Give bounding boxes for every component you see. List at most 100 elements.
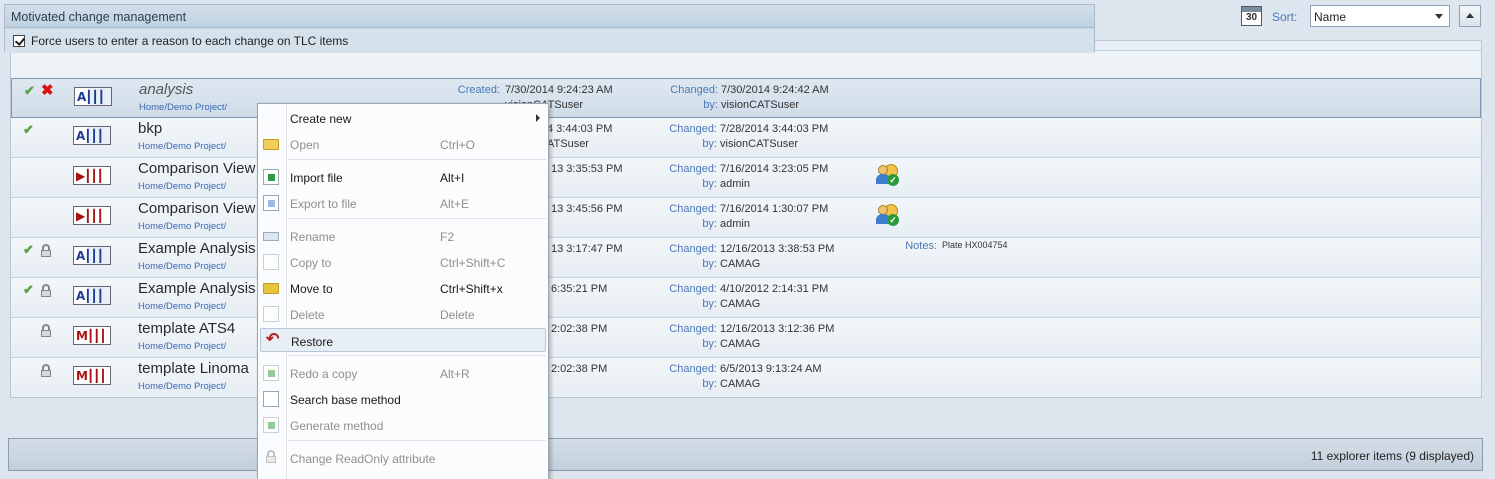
menu-item-search-base-method[interactable]: Search base method — [258, 387, 548, 411]
menu-label: Open — [290, 138, 320, 152]
changed-date: 7/30/2014 9:24:42 AM — [721, 84, 829, 96]
created-by: ATSuser — [547, 138, 589, 150]
menu-label: Generate method — [290, 419, 384, 433]
item-path: Home/Demo Project/ — [138, 381, 227, 392]
item-path: Home/Demo Project/ — [138, 261, 227, 272]
collapse-button[interactable] — [1459, 5, 1481, 27]
list-row[interactable]: M┃┃┃ template Linoma Home/Demo Project/2:0… — [11, 358, 1481, 397]
export-icon — [263, 195, 279, 211]
sort-label: Sort: — [1272, 10, 1298, 24]
item-name[interactable]: bkp — [138, 120, 162, 137]
menu-item-export-file[interactable]: Export to file Alt+E — [258, 191, 548, 215]
menu-item-restore[interactable]: ↶ Restore — [260, 328, 546, 352]
search-method-icon — [263, 391, 279, 407]
menu-shortcut: F2 — [440, 230, 455, 244]
check-icon: ✔ — [23, 242, 34, 257]
check-icon: ✔ — [24, 83, 35, 98]
context-menu: Create new Open Ctrl+O Import file Alt+I… — [257, 103, 549, 479]
changed-label: Changed: — [669, 323, 717, 335]
changed-date: 12/16/2013 3:12:36 PM — [720, 323, 835, 335]
changed-by: admin — [720, 178, 750, 190]
created-date: 13 3:45:56 PM — [551, 203, 623, 215]
list-row[interactable]: ✔ ✖ A┃┃┃ analysis Home/Demo Project/Created:… — [11, 78, 1481, 118]
changed-date: 7/28/2014 3:44:03 PM — [720, 123, 829, 135]
force-reason-checkbox[interactable] — [13, 35, 25, 47]
menu-item-generate-method[interactable]: Generate method — [258, 413, 548, 437]
menu-item-import-file[interactable]: Import file Alt+I — [258, 165, 548, 189]
menu-shortcut: Alt+I — [440, 171, 465, 185]
item-name[interactable]: Comparison View — [138, 160, 255, 177]
item-name[interactable]: template ATS4 — [138, 320, 235, 337]
document-type-icon: M┃┃┃ — [73, 366, 111, 385]
item-name[interactable]: Comparison View — [138, 200, 255, 217]
item-name[interactable]: Example Analysis — [138, 240, 256, 257]
item-path: Home/Demo Project/ — [138, 221, 227, 232]
document-type-icon: ▶┃┃┃ — [73, 166, 111, 185]
menu-item-delete[interactable]: Delete Delete — [258, 302, 548, 326]
document-type-icon: A┃┃┃ — [73, 286, 111, 305]
list-row[interactable]: ✔ A┃┃┃ Example Analysis Home/Demo Project/6… — [11, 278, 1481, 318]
calendar-icon[interactable]: 30 — [1241, 6, 1262, 26]
changed-label: Changed: — [669, 363, 717, 375]
changed-by: CAMAG — [720, 258, 761, 270]
copy-icon — [263, 254, 279, 270]
by-label: by: — [702, 218, 717, 230]
menu-item-move-to[interactable]: Move to Ctrl+Shift+x — [258, 276, 548, 300]
menu-item-open[interactable]: Open Ctrl+O — [258, 132, 548, 156]
menu-label: Search base method — [290, 393, 401, 407]
check-icon: ✔ — [23, 282, 34, 297]
user-approved-icon: ✓ — [876, 204, 900, 228]
created-date: 4 3:44:03 PM — [547, 123, 613, 135]
explorer-list: ▓Home/Demo Project/✔✖A┃┃┃analysisHome/De… — [10, 40, 1482, 398]
lock-icon — [41, 244, 51, 257]
list-row[interactable]: M┃┃┃ template ATS4 Home/Demo Project/2:02:… — [11, 318, 1481, 358]
menu-item-change-readonly[interactable]: Change ReadOnly attribute — [258, 446, 548, 470]
menu-item-create-new[interactable]: Create new — [258, 106, 548, 130]
created-date: 13 3:35:53 PM — [551, 163, 623, 175]
created-date: 2:02:38 PM — [551, 323, 608, 335]
menu-label: Export to file — [290, 197, 357, 211]
force-reason-option[interactable]: Force users to enter a reason to each ch… — [5, 29, 1094, 53]
item-path: Home/Demo Project/ — [138, 301, 227, 312]
changed-label: Changed: — [669, 163, 717, 175]
by-label: by: — [702, 338, 717, 350]
list-row[interactable]: ✔ A┃┃┃ Example Analysis Home/Demo Project/1… — [11, 238, 1481, 278]
folder-icon — [263, 139, 279, 150]
created-date: 2:02:38 PM — [551, 363, 608, 375]
menu-shortcut: Alt+E — [440, 197, 470, 211]
trash-icon — [263, 306, 279, 322]
changed-by: admin — [720, 218, 750, 230]
menu-label: Copy to — [290, 256, 332, 270]
item-name[interactable]: template Linoma — [138, 360, 249, 377]
by-label: by: — [702, 298, 717, 310]
document-type-icon: A┃┃┃ — [73, 246, 111, 265]
generate-method-icon — [263, 417, 279, 433]
created-label: Created: — [457, 84, 500, 96]
document-type-icon: M┃┃┃ — [73, 326, 111, 345]
item-name[interactable]: analysis — [139, 81, 193, 98]
menu-item-copy-to[interactable]: Copy to Ctrl+Shift+C — [258, 250, 548, 274]
changed-label: Changed: — [669, 203, 717, 215]
changed-label: Changed: — [670, 84, 718, 96]
created-date: 6:35:21 PM — [551, 283, 608, 295]
menu-item-rename[interactable]: Rename F2 — [258, 224, 548, 248]
item-path: Home/Demo Project/ — [138, 141, 227, 152]
list-row[interactable]: ▶┃┃┃ Comparison View Home/Demo Project/13 … — [11, 198, 1481, 238]
move-folder-icon — [263, 283, 279, 294]
changed-by: visionCATSuser — [720, 138, 799, 150]
item-path: Home/Demo Project/ — [138, 181, 227, 192]
redo-copy-icon — [263, 365, 279, 381]
item-name[interactable]: Example Analysis — [138, 280, 256, 297]
sort-dropdown-value: Name — [1314, 10, 1347, 24]
list-row[interactable]: ▶┃┃┃ Comparison View Home/Demo Project/13 … — [11, 158, 1481, 198]
created-date: 13 3:17:47 PM — [551, 243, 623, 255]
lock-icon — [263, 450, 279, 466]
menu-item-redo-copy[interactable]: Redo a copy Alt+R — [258, 361, 548, 385]
menu-label: Rename — [290, 230, 336, 244]
list-row[interactable]: ✔ A┃┃┃ bkp Home/Demo Project/4 3:44:03 PM AT… — [11, 118, 1481, 158]
import-icon — [263, 169, 279, 185]
notes-value: Plate HX004754 — [942, 240, 1008, 250]
sort-dropdown[interactable]: Name — [1310, 5, 1450, 27]
menu-shortcut: Delete — [440, 308, 475, 322]
document-type-icon: ▶┃┃┃ — [73, 206, 111, 225]
